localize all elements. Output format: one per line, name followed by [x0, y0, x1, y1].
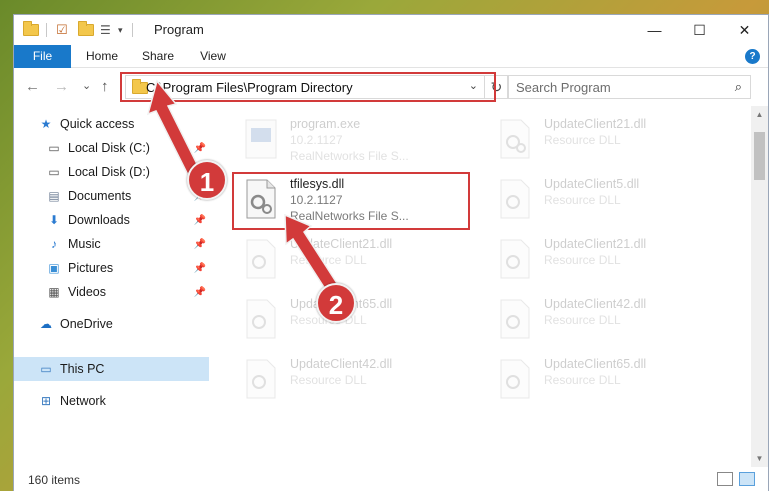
callout-step-2: 2 — [316, 283, 356, 323]
arrow-to-address-bar — [146, 79, 202, 176]
annotation-arrows — [146, 79, 342, 297]
callout-step-1: 1 — [187, 160, 227, 200]
